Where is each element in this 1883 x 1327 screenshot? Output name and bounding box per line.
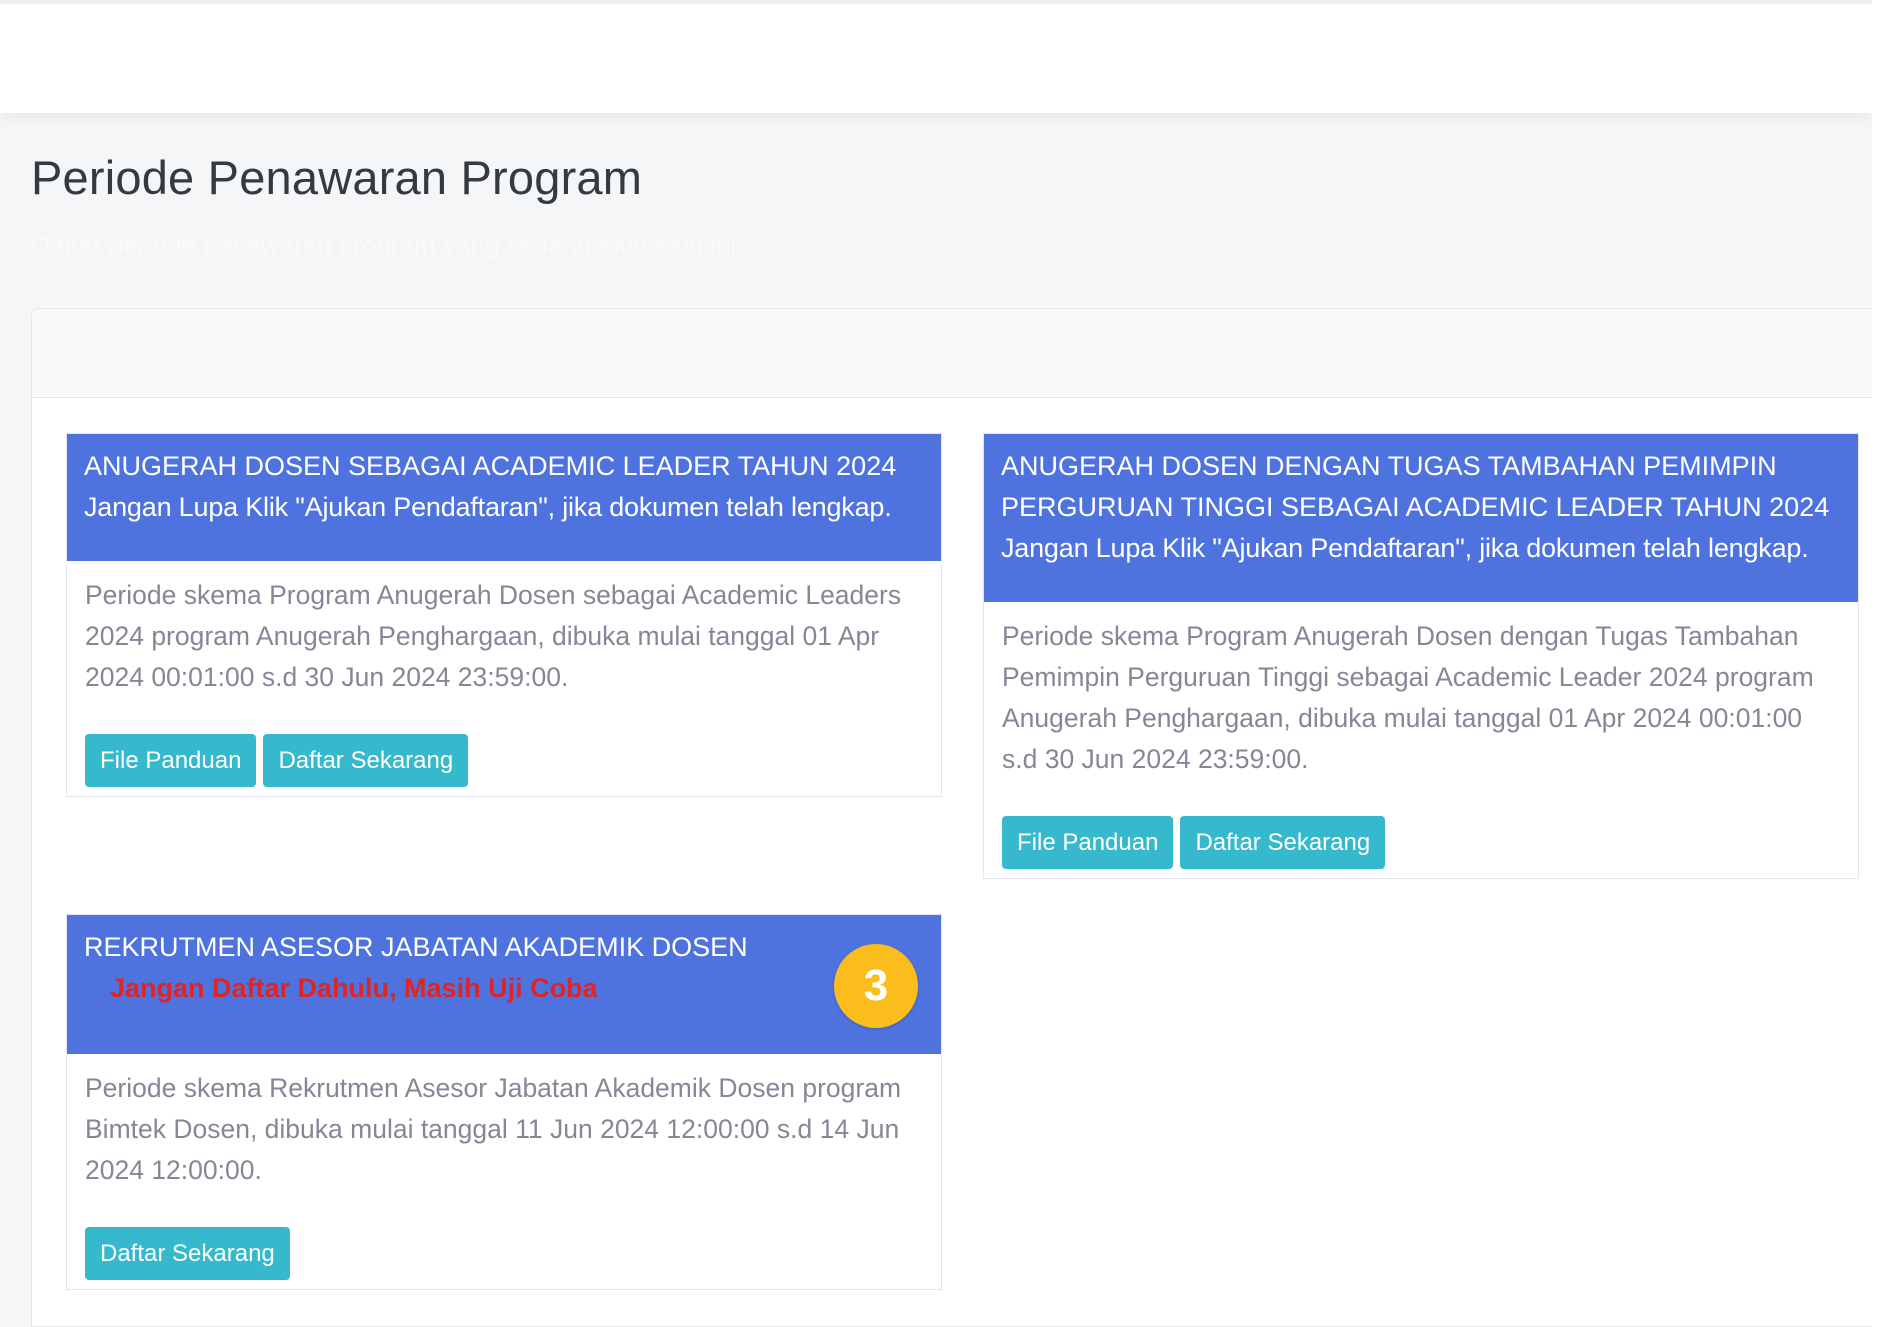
page-subtitle: Daftar periode penawaran program yang se… bbox=[31, 230, 744, 260]
program-title: REKRUTMEN ASESOR JABATAN AKADEMIK DOSEN bbox=[84, 932, 748, 962]
page-title: Periode Penawaran Program bbox=[31, 151, 643, 204]
program-header: ANUGERAH DOSEN DENGAN TUGAS TAMBAHAN PEM… bbox=[984, 434, 1858, 602]
program-card-academic-leader: ANUGERAH DOSEN SEBAGAI ACADEMIC LEADER T… bbox=[66, 433, 942, 797]
program-note: Jangan Lupa Klik "Ajukan Pendaftaran", j… bbox=[84, 492, 892, 522]
program-warning: Jangan Daftar Dahulu, Masih Uji Coba bbox=[110, 973, 598, 1003]
program-card-asesor: REKRUTMEN ASESOR JABATAN AKADEMIK DOSEN … bbox=[66, 914, 942, 1290]
file-guide-button[interactable]: File Panduan bbox=[1002, 816, 1174, 869]
window-edge bbox=[1872, 0, 1883, 1327]
program-title: ANUGERAH DOSEN DENGAN TUGAS TAMBAHAN PEM… bbox=[1001, 451, 1830, 522]
register-now-button[interactable]: Daftar Sekarang bbox=[1180, 816, 1386, 869]
program-description: Periode skema Program Anugerah Dosen den… bbox=[1002, 621, 1814, 774]
program-actions: File Panduan Daftar Sekarang bbox=[1002, 816, 1386, 869]
program-list-card: ANUGERAH DOSEN SEBAGAI ACADEMIC LEADER T… bbox=[31, 308, 1872, 1327]
page-background: Periode Penawaran Program Daftar periode… bbox=[0, 0, 1872, 1327]
program-card-leader-pimpinan: ANUGERAH DOSEN DENGAN TUGAS TAMBAHAN PEM… bbox=[983, 433, 1859, 879]
register-now-button[interactable]: Daftar Sekarang bbox=[263, 734, 469, 787]
program-description: Periode skema Program Anugerah Dosen seb… bbox=[85, 580, 902, 692]
file-guide-button[interactable]: File Panduan bbox=[85, 734, 257, 787]
program-actions: Daftar Sekarang bbox=[85, 1227, 290, 1280]
step-number-badge: 3 bbox=[834, 944, 918, 1028]
top-navbar bbox=[0, 0, 1872, 113]
program-header: REKRUTMEN ASESOR JABATAN AKADEMIK DOSEN … bbox=[67, 915, 941, 1054]
program-title: ANUGERAH DOSEN SEBAGAI ACADEMIC LEADER T… bbox=[84, 451, 897, 481]
card-header bbox=[32, 309, 1872, 398]
program-actions: File Panduan Daftar Sekarang bbox=[85, 734, 469, 787]
register-now-button[interactable]: Daftar Sekarang bbox=[85, 1227, 290, 1280]
program-header: ANUGERAH DOSEN SEBAGAI ACADEMIC LEADER T… bbox=[67, 434, 941, 561]
program-description: Periode skema Rekrutmen Asesor Jabatan A… bbox=[85, 1073, 902, 1185]
program-note: Jangan Lupa Klik "Ajukan Pendaftaran", j… bbox=[1001, 533, 1809, 563]
